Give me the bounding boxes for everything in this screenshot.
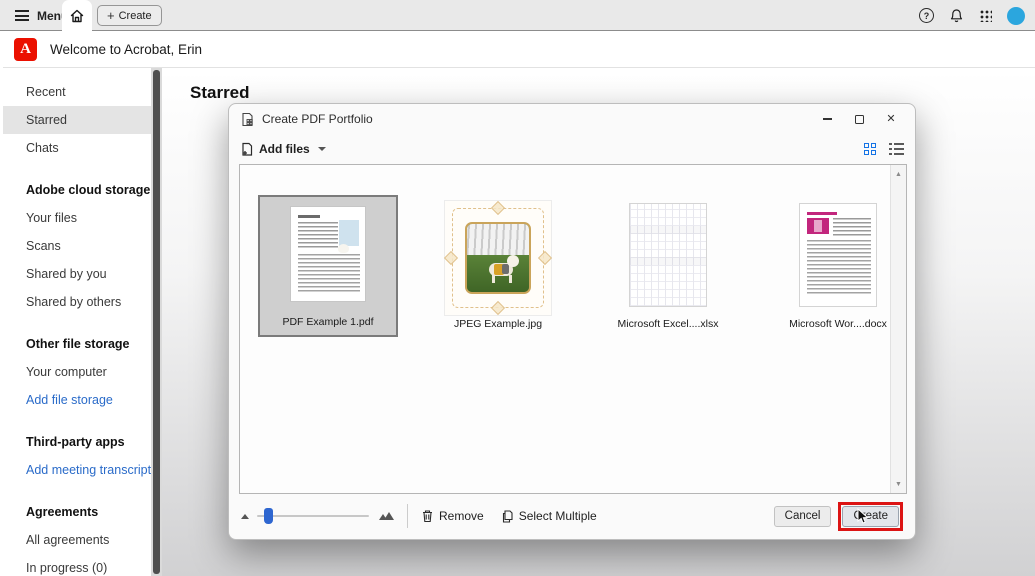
file-list-area: PDF Example 1.pdf J [239, 164, 907, 494]
welcome-title: Welcome to Acrobat, Erin [50, 42, 202, 57]
dialog-footer: Remove Select Multiple Cancel Create [241, 503, 903, 529]
trash-icon [421, 509, 434, 523]
create-tab-button[interactable]: + Create [97, 5, 162, 26]
file-area-scrollbar[interactable]: ▲ ▼ [890, 165, 906, 493]
minimize-button[interactable] [811, 106, 843, 132]
sidebar-scrollbar-thumb[interactable] [153, 70, 160, 574]
close-button[interactable]: ✕ [875, 106, 907, 132]
file-name: PDF Example 1.pdf [260, 316, 396, 328]
dialog-title: Create PDF Portfolio [262, 112, 373, 126]
home-icon [69, 8, 85, 24]
word-thumbnail [799, 203, 877, 307]
excel-thumbnail [629, 203, 707, 307]
sidebar-item-add-file-storage[interactable]: Add file storage [3, 386, 151, 414]
scroll-up-icon[interactable]: ▲ [891, 167, 906, 181]
notifications-icon[interactable] [949, 8, 964, 24]
welcome-header: A Welcome to Acrobat, Erin [3, 32, 1035, 68]
maximize-button[interactable] [843, 106, 875, 132]
dialog-action-buttons: Cancel Create [774, 502, 903, 531]
dog-photo [465, 222, 531, 294]
create-pdf-portfolio-dialog: Create PDF Portfolio ✕ Add files [228, 103, 916, 540]
topbar-actions: ? [919, 0, 1025, 31]
user-avatar[interactable] [1007, 7, 1025, 25]
cancel-button[interactable]: Cancel [774, 506, 832, 527]
dialog-titlebar: Create PDF Portfolio ✕ [229, 104, 915, 134]
remove-button[interactable]: Remove [421, 509, 484, 523]
sidebar-item-your-computer[interactable]: Your computer [3, 358, 151, 386]
sidebar: Recent Starred Chats Adobe cloud storage… [3, 68, 151, 576]
home-tab[interactable] [62, 0, 92, 31]
dialog-window-controls: ✕ [811, 106, 907, 132]
chevron-down-icon [318, 147, 326, 151]
scroll-down-icon[interactable]: ▼ [891, 477, 906, 491]
add-file-icon [240, 142, 254, 157]
sidebar-scrollbar [151, 68, 162, 576]
sidebar-item-in-progress[interactable]: In progress (0) [3, 554, 151, 576]
help-icon[interactable]: ? [919, 8, 934, 23]
sidebar-item-all-agreements[interactable]: All agreements [3, 526, 151, 554]
hamburger-menu-icon[interactable] [15, 10, 29, 21]
sidebar-header-other-storage: Other file storage [3, 330, 151, 358]
sidebar-item-add-meeting-transcripts[interactable]: Add meeting transcripts [3, 456, 151, 484]
file-card-excel-example[interactable]: Microsoft Excel....xlsx [598, 195, 738, 337]
zoom-in-icon[interactable] [379, 512, 394, 520]
top-tab-bar: Menu + Create ? [0, 0, 1035, 31]
red-highlight-annotation: Create [838, 502, 903, 531]
file-name: Microsoft Wor....docx [768, 318, 908, 330]
file-card-word-example[interactable]: Microsoft Wor....docx [768, 195, 908, 337]
view-toggle [864, 143, 904, 156]
grid-view-icon[interactable] [864, 143, 876, 155]
file-name: Microsoft Excel....xlsx [598, 318, 738, 330]
acrobat-logo-icon: A [14, 38, 37, 61]
pdf-thumbnail-image [339, 220, 359, 246]
slider-track [257, 515, 369, 517]
pdf-thumbnail [290, 206, 366, 302]
footer-divider [407, 504, 408, 528]
sidebar-item-chats[interactable]: Chats [3, 134, 151, 162]
sidebar-item-shared-by-others[interactable]: Shared by others [3, 288, 151, 316]
slider-thumb[interactable] [264, 508, 273, 524]
app-launcher-icon[interactable] [979, 9, 992, 22]
dialog-toolbar: Add files [240, 136, 904, 162]
list-view-icon[interactable] [889, 143, 904, 156]
acrobat-home-window: Menu + Create ? A Welcome to Acrobat, Er… [0, 0, 1035, 576]
add-files-button[interactable]: Add files [240, 142, 326, 157]
select-multiple-label: Select Multiple [519, 509, 597, 523]
sidebar-item-scans[interactable]: Scans [3, 232, 151, 260]
remove-label: Remove [439, 509, 484, 523]
sidebar-item-shared-by-you[interactable]: Shared by you [3, 260, 151, 288]
sidebar-header-agreements: Agreements [3, 498, 151, 526]
sidebar-header-cloud-storage: Adobe cloud storage [3, 176, 151, 204]
create-tab-label: Create [119, 10, 152, 22]
minimize-icon [823, 118, 832, 120]
word-thumbnail-image [807, 218, 829, 234]
add-files-label: Add files [259, 142, 310, 156]
jpeg-thumbnail [445, 201, 551, 315]
plus-icon: + [107, 9, 115, 22]
select-multiple-button[interactable]: Select Multiple [501, 509, 597, 523]
file-card-jpeg-example[interactable]: JPEG Example.jpg [428, 195, 568, 337]
sidebar-item-starred[interactable]: Starred [3, 106, 151, 134]
file-card-pdf-example[interactable]: PDF Example 1.pdf [258, 195, 398, 337]
portfolio-icon [240, 112, 255, 127]
close-icon: ✕ [886, 114, 895, 125]
sidebar-item-recent[interactable]: Recent [3, 78, 151, 106]
sidebar-item-your-files[interactable]: Your files [3, 204, 151, 232]
maximize-icon [855, 115, 864, 124]
file-name: JPEG Example.jpg [428, 318, 568, 330]
zoom-out-icon[interactable] [241, 514, 249, 519]
select-multiple-icon [501, 509, 514, 523]
sidebar-header-third-party: Third-party apps [3, 428, 151, 456]
thumbnail-size-slider[interactable] [257, 508, 369, 524]
create-button[interactable]: Create [842, 506, 899, 527]
